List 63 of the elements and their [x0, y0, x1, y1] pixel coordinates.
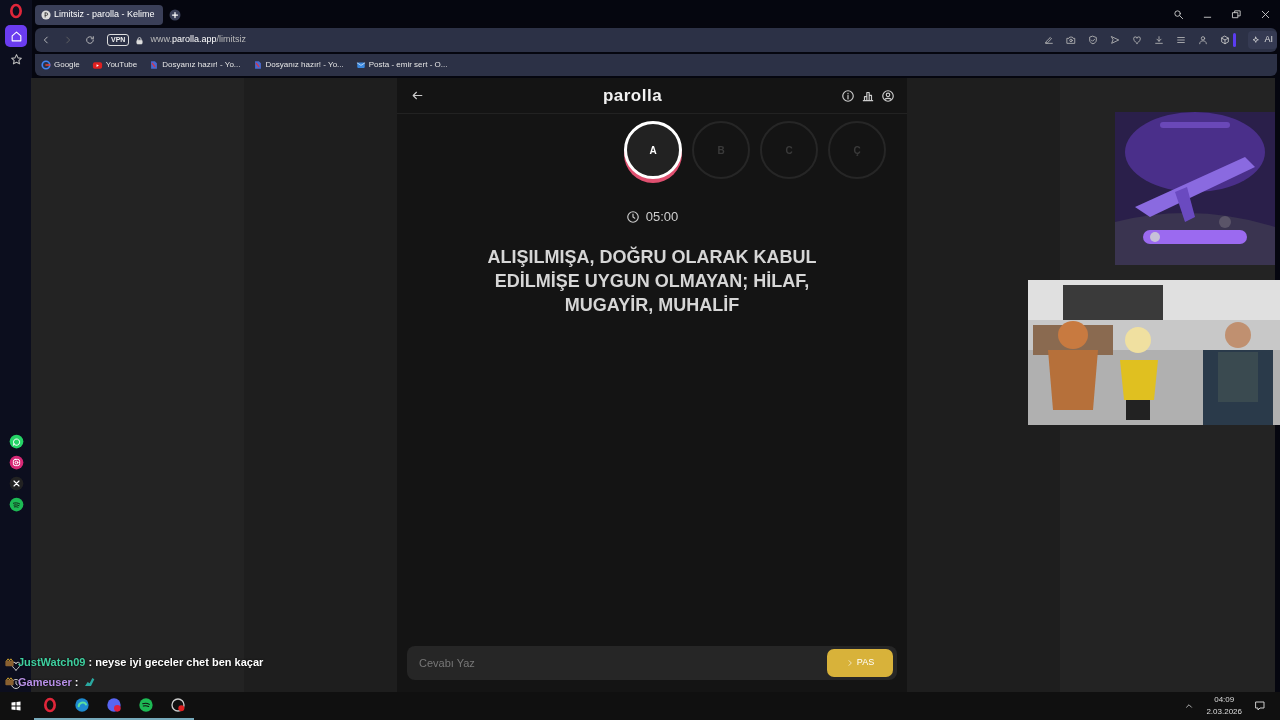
- clock-time[interactable]: 04:09: [1206, 694, 1242, 706]
- badge-icon: [4, 656, 15, 668]
- badge-icon: [4, 676, 15, 688]
- x-icon[interactable]: [8, 476, 24, 491]
- tray-chevron-icon[interactable]: [1184, 701, 1195, 711]
- app-title: parolla: [601, 84, 664, 107]
- sparkle-icon: [1252, 35, 1262, 45]
- reload-icon[interactable]: [85, 35, 95, 45]
- opera-logo-icon[interactable]: [8, 3, 24, 19]
- back-icon[interactable]: [41, 35, 51, 45]
- home-icon: [9, 29, 23, 43]
- menu-icon[interactable]: [1176, 35, 1187, 45]
- back-arrow-icon[interactable]: [411, 89, 424, 102]
- timer-text: 05:00: [645, 208, 679, 226]
- spotify-icon[interactable]: [8, 497, 24, 512]
- bookmarks-star-icon[interactable]: [9, 53, 23, 66]
- cube-icon[interactable]: [1220, 35, 1231, 45]
- whatsapp-icon[interactable]: [8, 434, 24, 449]
- notification-icon[interactable]: [1254, 700, 1266, 712]
- bookmark-link[interactable]: YouTube: [91, 59, 138, 71]
- spotify-icon: [138, 697, 154, 713]
- info-icon[interactable]: [841, 88, 855, 103]
- lock-icon: [135, 35, 145, 45]
- chat-message: : neyse iyi geceler chet ben kaçar: [88, 655, 264, 670]
- browser-tab[interactable]: Limitsiz - parolla - Kelime: [35, 4, 163, 25]
- chevron-icon: [845, 659, 854, 667]
- file-icon: [252, 60, 263, 70]
- opera-icon: [42, 697, 58, 713]
- restore-icon[interactable]: [1231, 9, 1242, 20]
- sidebar-indicator: [1233, 33, 1237, 47]
- discord-icon: [106, 697, 122, 713]
- mail-icon: [355, 60, 366, 70]
- profile-icon[interactable]: [881, 88, 895, 103]
- shield-icon[interactable]: [1088, 35, 1099, 45]
- bookmark-link[interactable]: Posta - emir sert - O...: [355, 59, 448, 71]
- windows-start-icon[interactable]: [10, 700, 22, 712]
- clock-date[interactable]: 2.03.2026: [1206, 706, 1242, 718]
- letter-circle[interactable]: A: [624, 121, 682, 179]
- obs-icon: [170, 697, 186, 713]
- bookmark-link[interactable]: Dosyanız hazır! - Yo...: [252, 59, 344, 71]
- chat-message: :: [74, 674, 79, 690]
- youtube-icon: [91, 59, 103, 71]
- search-icon[interactable]: [1173, 9, 1184, 20]
- url-text[interactable]: www.parolla.app/limitsiz: [150, 33, 1033, 47]
- chat-username: JustWatch09: [18, 655, 86, 670]
- edge-icon: [74, 697, 90, 713]
- file-icon: [149, 60, 160, 70]
- close-icon[interactable]: [1260, 9, 1271, 20]
- favicon-icon: [41, 9, 51, 20]
- camera-icon[interactable]: [1066, 35, 1077, 45]
- send-icon[interactable]: [1110, 35, 1121, 45]
- bookmark-link[interactable]: Google: [41, 59, 80, 71]
- new-tab-icon[interactable]: [169, 8, 181, 21]
- bookmark-link[interactable]: Dosyanız hazır! - Yo...: [149, 59, 241, 71]
- instagram-icon[interactable]: [8, 455, 24, 470]
- google-icon: [41, 60, 51, 70]
- clock-icon: [625, 209, 640, 224]
- chat-username: Gameuser: [18, 674, 72, 690]
- home-button[interactable]: [5, 25, 27, 47]
- ai-button[interactable]: AI: [1248, 31, 1277, 49]
- edit-icon[interactable]: [1044, 35, 1055, 45]
- download-icon[interactable]: [1154, 35, 1165, 45]
- question-text: ALIŞILMIŞA, DOĞRU OLARAK KABUL EDİLMİŞE UYGUN OLMAYAN; HİLAF, MUGAYİR, MUHALİF: [486, 245, 818, 317]
